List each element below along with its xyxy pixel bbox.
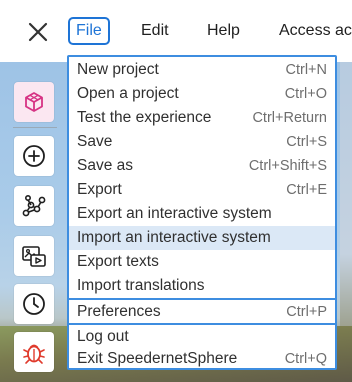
menu-item-shortcut: Ctrl+E <box>286 182 327 198</box>
tool-scene-button[interactable] <box>14 82 54 122</box>
menu-item-label: Log out <box>77 328 129 345</box>
menu-item-label: Exit SpeedernetSphere <box>77 350 238 367</box>
graph-nodes-icon <box>22 194 46 217</box>
menu-edit[interactable]: Edit <box>141 17 169 45</box>
menu-item-export[interactable]: Export Ctrl+E <box>69 178 335 202</box>
file-menu-dropdown: New project Ctrl+N Open a project Ctrl+O… <box>67 55 337 370</box>
menu-item-label: Open a project <box>77 85 179 102</box>
menu-item-new-project[interactable]: New project Ctrl+N <box>69 58 335 82</box>
menu-item-shortcut: Ctrl+P <box>286 304 327 320</box>
menu-file[interactable]: File <box>68 17 110 45</box>
plus-circle-icon <box>23 145 45 167</box>
tool-debug-button[interactable] <box>14 332 54 372</box>
close-button[interactable] <box>26 20 50 44</box>
menu-item-preferences[interactable]: Preferences Ctrl+P <box>69 300 335 324</box>
menu-item-shortcut: Ctrl+S <box>286 134 327 150</box>
menu-access[interactable]: Access ac <box>279 17 352 45</box>
menu-item-label: Export texts <box>77 253 159 270</box>
menu-item-label: New project <box>77 61 159 78</box>
tool-media-button[interactable] <box>14 236 54 276</box>
menu-item-shortcut: Ctrl+Return <box>252 110 327 126</box>
menu-item-exit[interactable]: Exit SpeedernetSphere Ctrl+Q <box>69 347 335 371</box>
rail-divider <box>13 127 57 128</box>
menu-item-import-translations[interactable]: Import translations <box>69 274 335 298</box>
menu-item-export-texts[interactable]: Export texts <box>69 250 335 274</box>
menu-item-export-interactive-system[interactable]: Export an interactive system <box>69 202 335 226</box>
menu-item-open-project[interactable]: Open a project Ctrl+O <box>69 82 335 106</box>
menu-item-label: Preferences <box>77 303 161 320</box>
tool-graph-button[interactable] <box>14 186 54 226</box>
menu-item-test-experience[interactable]: Test the experience Ctrl+Return <box>69 106 335 130</box>
clock-icon <box>23 293 45 315</box>
menu-item-label: Import translations <box>77 277 205 294</box>
menu-item-log-out[interactable]: Log out <box>69 325 335 349</box>
cube-icon <box>25 92 43 112</box>
tool-rail <box>9 76 63 372</box>
menu-item-label: Export <box>77 181 122 198</box>
menu-item-label: Test the experience <box>77 109 212 126</box>
menu-item-label: Save as <box>77 157 134 174</box>
menu-item-save-as[interactable]: Save as Ctrl+Shift+S <box>69 154 335 178</box>
menu-item-shortcut: Ctrl+O <box>284 86 327 102</box>
menu-item-shortcut: Ctrl+N <box>285 62 328 78</box>
menu-item-shortcut: Ctrl+Shift+S <box>248 158 327 174</box>
bug-icon <box>23 344 45 364</box>
tool-add-button[interactable] <box>14 136 54 176</box>
menu-item-save[interactable]: Save Ctrl+S <box>69 130 335 154</box>
media-icon <box>22 246 46 267</box>
menu-item-label: Export an interactive system <box>77 205 272 222</box>
menu-item-shortcut: Ctrl+Q <box>284 351 327 367</box>
menu-item-label: Save <box>77 133 113 150</box>
menu-item-import-interactive-system[interactable]: Import an interactive system <box>69 226 335 250</box>
close-icon <box>28 22 48 42</box>
menu-help[interactable]: Help <box>207 17 240 45</box>
tool-timeline-button[interactable] <box>14 284 54 324</box>
menu-bar: File Edit Help Access ac <box>0 0 352 62</box>
menu-item-label: Import an interactive system <box>77 229 271 246</box>
